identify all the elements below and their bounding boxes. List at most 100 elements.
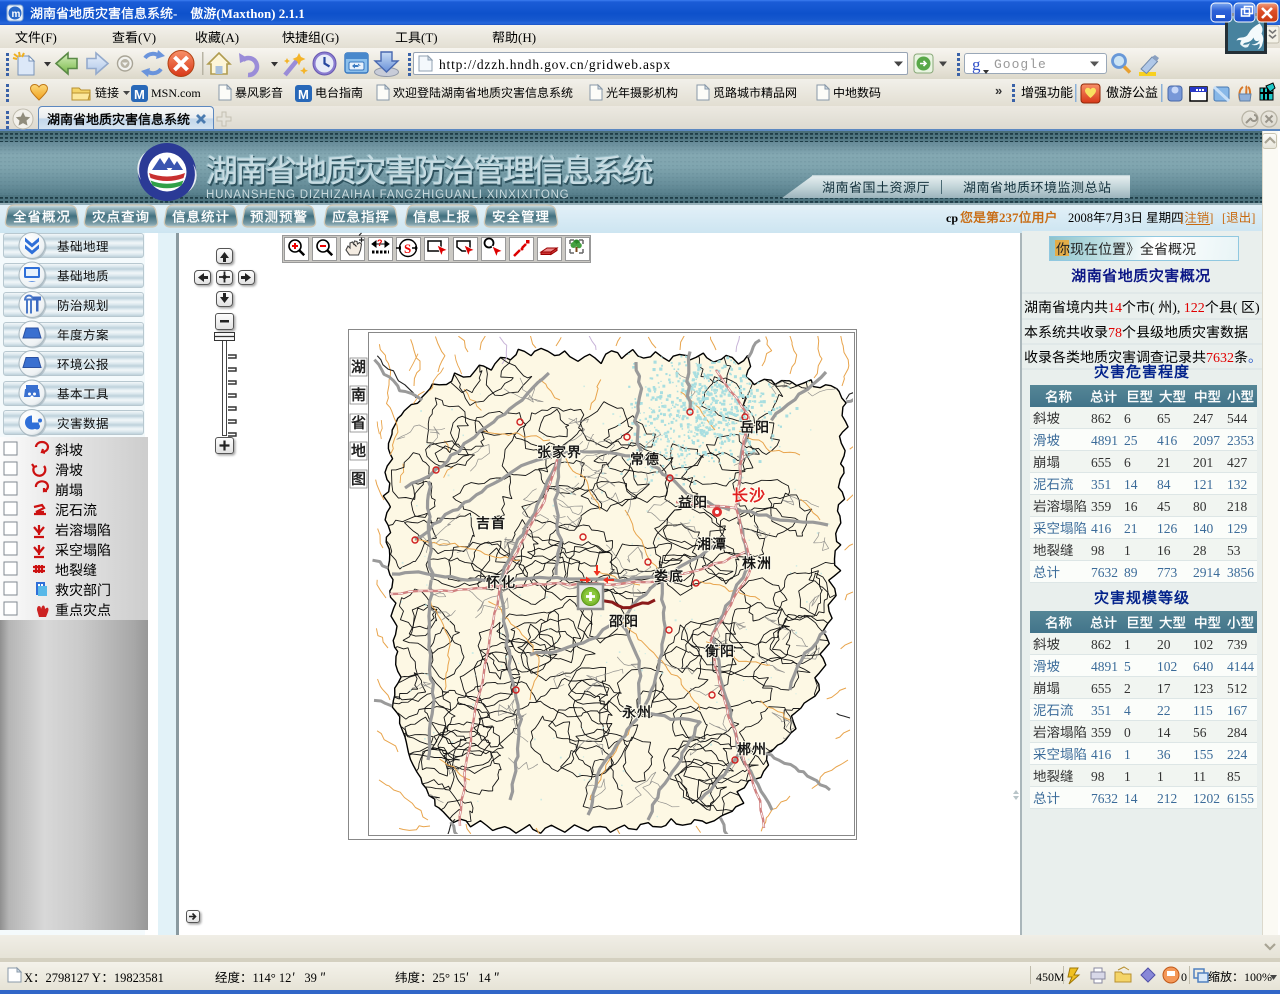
svg-text:1: 1 — [1124, 637, 1131, 652]
svg-text:655: 655 — [1091, 455, 1112, 470]
svg-text:739: 739 — [1227, 637, 1248, 652]
svg-text:1: 1 — [1157, 769, 1164, 784]
svg-text:84: 84 — [1157, 477, 1171, 492]
svg-text:212: 212 — [1157, 791, 1177, 806]
svg-text:?: ? — [377, 238, 383, 248]
svg-text:(G): (G) — [321, 30, 339, 45]
svg-text:[: [ — [1222, 211, 1226, 225]
svg-text:450M: 450M — [1036, 970, 1065, 984]
svg-text:218: 218 — [1227, 499, 1248, 514]
svg-text:3: 3 — [1124, 211, 1130, 225]
svg-text:1: 1 — [1124, 769, 1131, 784]
svg-text:129: 129 — [1227, 521, 1248, 536]
svg-text:427: 427 — [1227, 455, 1248, 470]
svg-text:(: ( — [1233, 301, 1238, 316]
svg-text:247: 247 — [1193, 411, 1214, 426]
svg-text:]: ] — [1251, 211, 1255, 225]
svg-text:224: 224 — [1227, 747, 1248, 762]
svg-text:78: 78 — [1108, 326, 1122, 341]
svg-text:Google: Google — [994, 57, 1047, 72]
svg-text:»: » — [995, 83, 1002, 98]
svg-text:14: 14 — [1157, 725, 1171, 740]
svg-text:45: 45 — [1157, 499, 1171, 514]
svg-text:862: 862 — [1091, 411, 1111, 426]
svg-text:4: 4 — [1124, 703, 1131, 718]
svg-text:80: 80 — [1193, 499, 1207, 514]
svg-text:7632: 7632 — [1091, 565, 1118, 580]
svg-text:102: 102 — [1193, 637, 1213, 652]
svg-text:862: 862 — [1091, 637, 1111, 652]
svg-text:39: 39 — [304, 971, 317, 985]
svg-text:65: 65 — [1157, 411, 1171, 426]
svg-text:140: 140 — [1193, 521, 1214, 536]
svg-text:98: 98 — [1091, 769, 1105, 784]
svg-text:351: 351 — [1091, 703, 1111, 718]
svg-text:21: 21 — [1124, 521, 1138, 536]
svg-text:121: 121 — [1193, 477, 1213, 492]
svg-text:(: ( — [1150, 301, 1155, 316]
svg-text:21: 21 — [1157, 455, 1171, 470]
svg-text:g: g — [972, 55, 981, 74]
svg-text:56: 56 — [1193, 725, 1207, 740]
svg-text:0: 0 — [1181, 970, 1187, 984]
svg-text:85: 85 — [1227, 769, 1241, 784]
svg-text:122: 122 — [1184, 301, 1205, 316]
svg-text:237: 237 — [999, 210, 1019, 225]
svg-text:4891: 4891 — [1091, 659, 1118, 674]
svg-text:416: 416 — [1091, 747, 1112, 762]
svg-text:(A): (A) — [221, 30, 239, 45]
svg-text:(V): (V) — [138, 30, 156, 45]
svg-text:22: 22 — [1157, 703, 1171, 718]
svg-text:25° 15: 25° 15 — [433, 971, 466, 985]
svg-text:(Maxthon) 2.1.1: (Maxthon) 2.1.1 — [216, 6, 304, 21]
svg-text:S: S — [404, 241, 411, 256]
svg-text:M: M — [134, 87, 145, 102]
svg-text:2914: 2914 — [1193, 565, 1220, 580]
svg-text:655: 655 — [1091, 681, 1112, 696]
svg-text:X: X — [24, 971, 33, 985]
svg-text:M: M — [298, 87, 309, 102]
svg-text:359: 359 — [1091, 499, 1112, 514]
svg-text:123: 123 — [1193, 681, 1214, 696]
svg-text:1: 1 — [1124, 747, 1131, 762]
svg-text:36: 36 — [1157, 747, 1171, 762]
svg-text:6: 6 — [1124, 411, 1131, 426]
svg-text:351: 351 — [1091, 477, 1111, 492]
svg-text:1: 1 — [1124, 543, 1131, 558]
svg-text:),: ), — [1172, 301, 1180, 316]
svg-text:6155: 6155 — [1227, 791, 1254, 806]
svg-text:2798127 Y: 2798127 Y — [46, 971, 101, 985]
svg-text:773: 773 — [1157, 565, 1178, 580]
svg-text:7632: 7632 — [1091, 791, 1118, 806]
svg-text:115: 115 — [1193, 703, 1213, 718]
svg-text:14: 14 — [1108, 301, 1122, 316]
svg-text:25: 25 — [1124, 433, 1138, 448]
svg-text:0: 0 — [1124, 725, 1131, 740]
svg-text:89: 89 — [1124, 565, 1138, 580]
svg-text:98: 98 — [1091, 543, 1105, 558]
svg-text:HUNANSHENG DIZHIZAIHAI FANGZHI: HUNANSHENG DIZHIZAIHAI FANGZHIGUANLI XIN… — [206, 189, 569, 201]
svg-text:640: 640 — [1193, 659, 1214, 674]
svg-text:2: 2 — [1124, 681, 1131, 696]
svg-text:2097: 2097 — [1193, 433, 1220, 448]
svg-text:(F): (F) — [41, 30, 57, 45]
svg-text:201: 201 — [1193, 455, 1213, 470]
svg-text:114° 12: 114° 12 — [253, 971, 292, 985]
svg-text:cp: cp — [946, 211, 958, 225]
svg-text:17: 17 — [1157, 681, 1171, 696]
svg-text:2353: 2353 — [1227, 433, 1254, 448]
svg-text:4891: 4891 — [1091, 433, 1118, 448]
svg-text:(H): (H) — [518, 30, 536, 45]
svg-text:]: ] — [1209, 211, 1213, 225]
svg-text:5: 5 — [1124, 659, 1131, 674]
svg-text:100%: 100% — [1244, 970, 1272, 984]
svg-text:2008: 2008 — [1068, 211, 1093, 225]
svg-text:16: 16 — [1157, 543, 1171, 558]
svg-text:359: 359 — [1091, 725, 1112, 740]
svg-text:20: 20 — [1157, 637, 1171, 652]
svg-text:28: 28 — [1193, 543, 1207, 558]
svg-text:14: 14 — [478, 971, 491, 985]
svg-text:(T): (T) — [421, 30, 438, 45]
svg-text:3856: 3856 — [1227, 565, 1254, 580]
svg-text:m: m — [12, 9, 21, 20]
